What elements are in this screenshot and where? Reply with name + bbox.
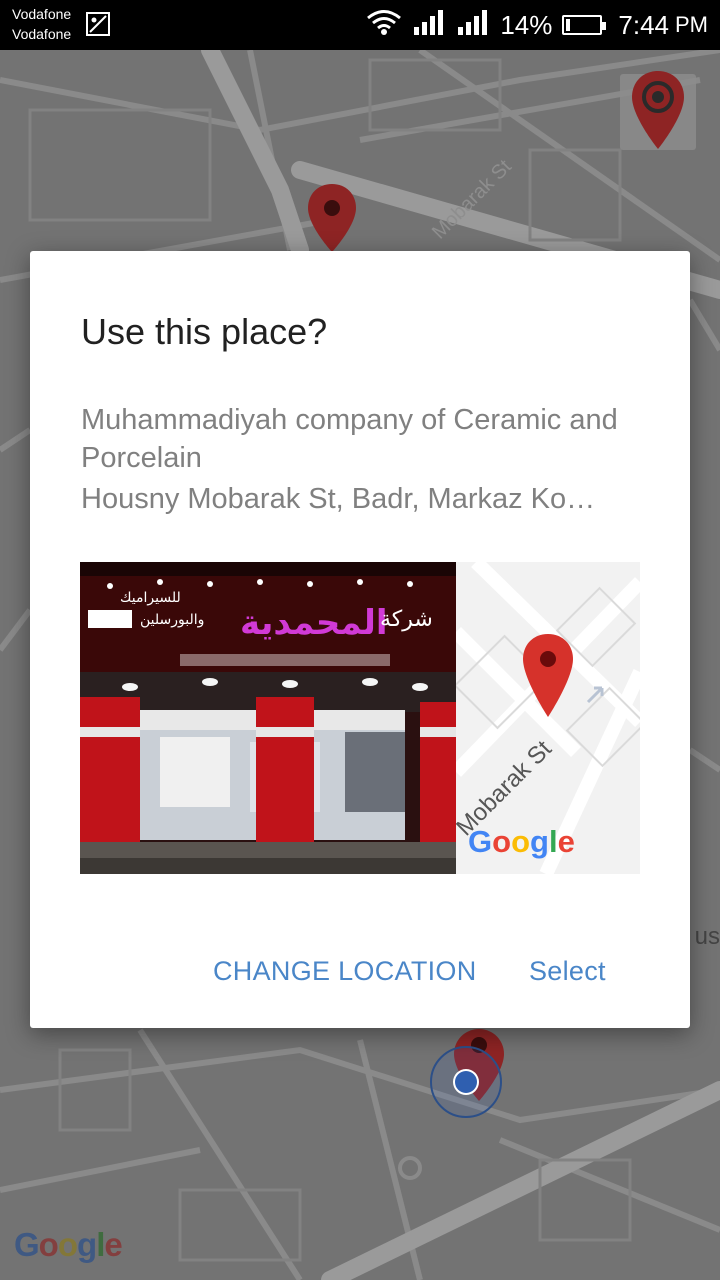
- google-logo: Google: [14, 1226, 123, 1263]
- status-bar: Vodafone Vodafone 14% 7:44 PM: [0, 0, 720, 50]
- battery-icon: [562, 15, 607, 35]
- sign-text: للسيراميك: [120, 590, 181, 606]
- sign-text: والبورسلين: [140, 612, 204, 628]
- clock-ampm: PM: [675, 12, 708, 37]
- signal-icon: [412, 9, 446, 42]
- carrier-2: Vodafone: [12, 26, 72, 42]
- clock: 7:44: [618, 9, 669, 40]
- carrier-labels: Vodafone Vodafone: [12, 4, 71, 44]
- dialog-title: Use this place?: [81, 311, 328, 352]
- location-pin-icon: [632, 71, 684, 149]
- place-confirmation-dialog: Use this place? Muhammadiyah company of …: [30, 251, 690, 1028]
- place-name: Muhammadiyah company of Ceramic and Porc…: [81, 404, 618, 474]
- sign-brand: المحمدية: [240, 603, 388, 643]
- sign-text: شركة: [380, 607, 433, 632]
- mini-map-google-logo: Google: [468, 824, 575, 859]
- place-photo[interactable]: للسيراميك والبورسلين المحمدية شركة: [80, 562, 456, 874]
- change-location-button[interactable]: CHANGE LOCATION: [213, 956, 477, 987]
- gallery-icon: [86, 12, 110, 36]
- carrier-1: Vodafone: [12, 6, 72, 22]
- map-label-fragment: us: [694, 923, 720, 950]
- map-pin[interactable]: [306, 182, 358, 254]
- place-address: Housny Mobarak St, Badr, Markaz Ko…: [81, 483, 596, 515]
- user-location-dot: [430, 1046, 502, 1118]
- mini-map[interactable]: Mobarak St Google: [456, 562, 640, 874]
- wifi-icon: [366, 9, 402, 42]
- battery-percent: 14%: [500, 9, 553, 40]
- my-location-button[interactable]: [620, 71, 696, 150]
- select-button[interactable]: Select: [529, 956, 606, 987]
- signal-icon: [456, 9, 490, 42]
